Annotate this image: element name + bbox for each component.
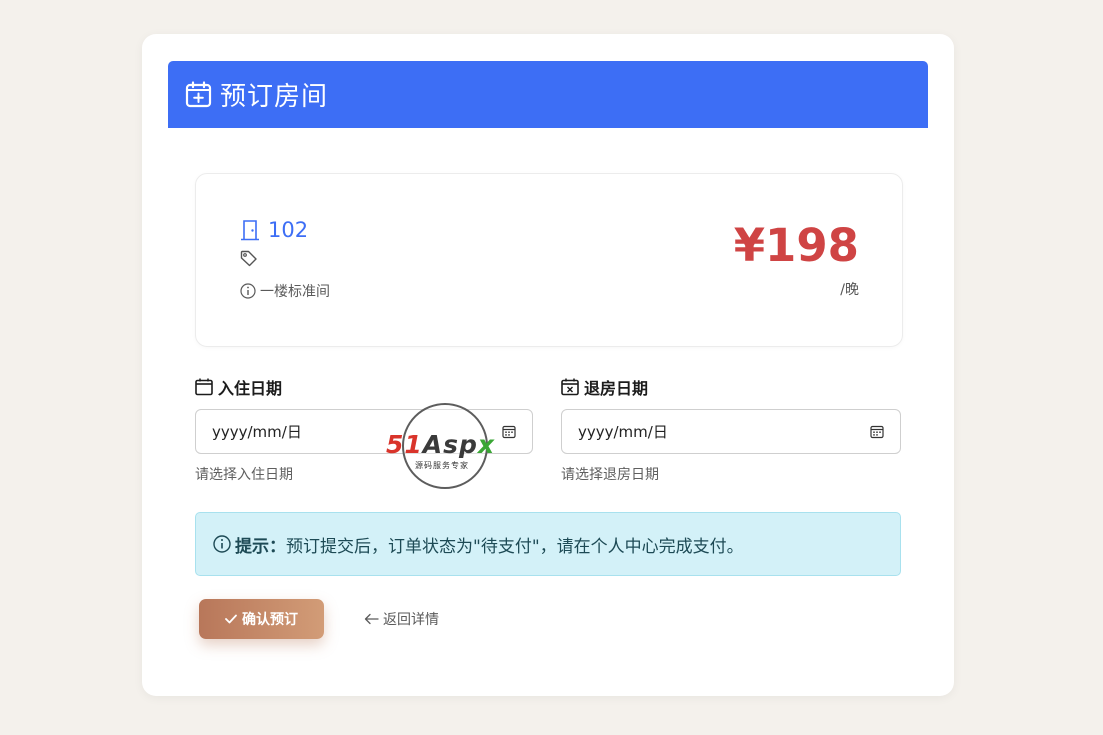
price-unit: /晚 [840, 282, 859, 298]
checkin-help: 请选择入住日期 [195, 467, 293, 483]
arrow-left-icon [364, 613, 379, 625]
room-description-row: 一楼标准间 [240, 281, 330, 301]
checkin-date-value: yyyy/mm/日 [212, 423, 302, 441]
confirm-booking-label: 确认预订 [242, 612, 298, 628]
notice-alert: 提示： 预订提交后，订单状态为"待支付"，请在个人中心完成支付。 [195, 512, 901, 576]
notice-label: 提示： [235, 536, 286, 557]
check-icon [225, 614, 237, 624]
watermark-subtitle: 源码服务专家 [415, 461, 469, 470]
door-icon [241, 220, 259, 241]
tag-icon [240, 250, 257, 267]
page-title: 预订房间 [220, 82, 329, 112]
room-number: 102 [268, 218, 309, 242]
calendar-picker-icon[interactable] [870, 425, 884, 439]
room-price: ¥198 [733, 219, 859, 272]
card-header: 预订房间 [168, 61, 928, 128]
room-description: 一楼标准间 [260, 284, 330, 300]
booking-card: 预订房间 102 一楼标准间 ¥198 /晚 入住日期 yyyy/mm/日 请选… [142, 34, 954, 696]
watermark-logo-text: 51Aspx [386, 430, 496, 459]
back-to-details-link[interactable]: 返回详情 [364, 609, 439, 629]
info-icon [213, 535, 231, 553]
checkout-help: 请选择退房日期 [561, 467, 659, 483]
checkout-date-input[interactable]: yyyy/mm/日 [561, 409, 901, 454]
room-number-row: 102 [240, 218, 308, 242]
calendar-icon [195, 378, 213, 396]
checkout-label: 退房日期 [561, 375, 648, 399]
checkin-label: 入住日期 [195, 375, 282, 399]
checkin-label-text: 入住日期 [218, 379, 283, 398]
checkout-label-text: 退房日期 [584, 379, 649, 398]
back-to-details-label: 返回详情 [383, 612, 439, 628]
info-icon [240, 283, 256, 299]
confirm-booking-button[interactable]: 确认预订 [199, 599, 324, 639]
room-summary: 102 一楼标准间 ¥198 /晚 [195, 173, 903, 347]
calendar-x-icon [561, 378, 579, 396]
watermark-logo: 51Aspx 源码服务专家 [386, 402, 510, 494]
calendar-plus-icon [185, 81, 212, 108]
notice-text: 预订提交后，订单状态为"待支付"，请在个人中心完成支付。 [286, 536, 744, 557]
checkout-date-value: yyyy/mm/日 [578, 423, 668, 441]
